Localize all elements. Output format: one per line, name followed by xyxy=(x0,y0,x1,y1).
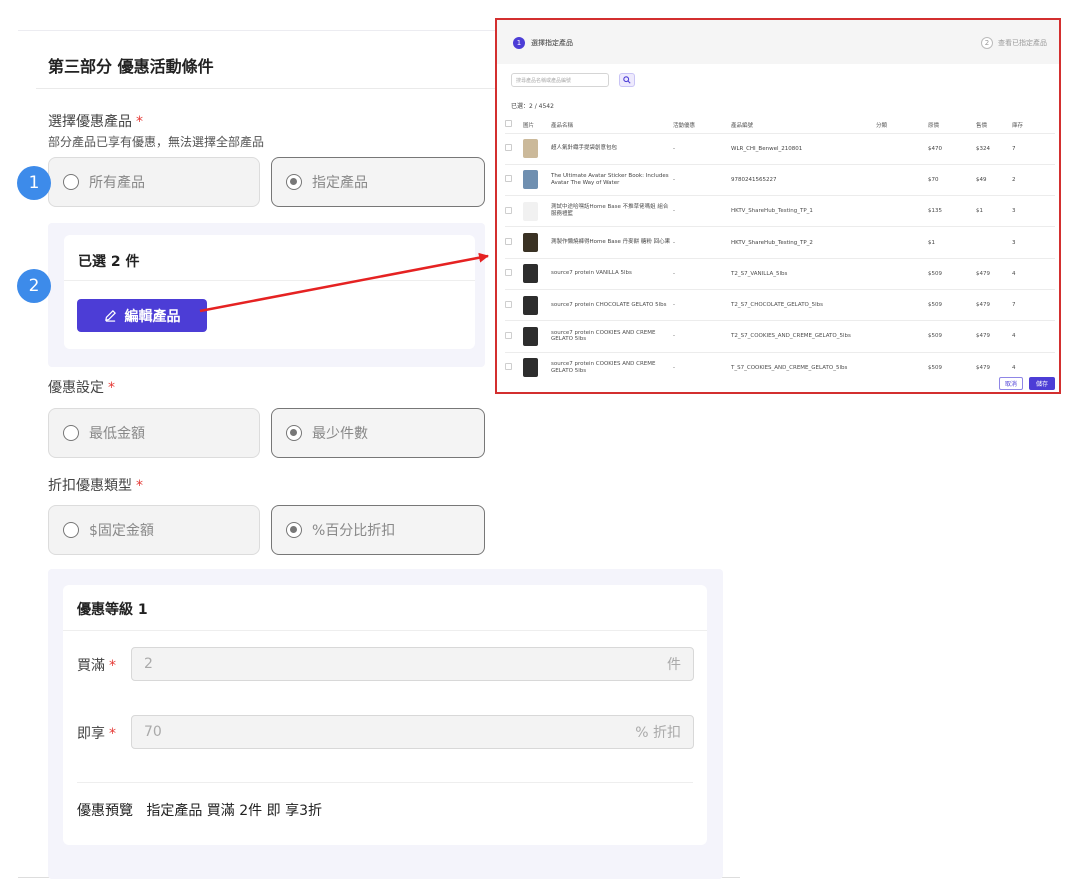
row-checkbox[interactable] xyxy=(505,206,512,214)
cell-name: source7 protein VANILLA 5lbs xyxy=(551,257,673,290)
search-button[interactable] xyxy=(619,73,635,87)
cell-name: source7 protein COOKIES AND CREME GELATO… xyxy=(551,320,673,353)
col-category: 分類 xyxy=(876,122,888,129)
cell-price: $509 xyxy=(928,257,976,290)
selected-total: 已選：2 / 4542 xyxy=(511,103,554,110)
cell-sku: T2_S7_VANILLA_5lbs xyxy=(731,257,876,290)
cell-sku: HKTV_ShareHub_Testing_TP_2 xyxy=(731,226,876,259)
cell-sale: $479 xyxy=(976,257,1012,290)
cell-name: The Ultimate Avatar Sticker Book: Includ… xyxy=(551,163,673,196)
product-thumbnail xyxy=(523,139,538,159)
table-header: 圖片 產品名稱 活動優惠 產品編號 分類 原價 售價 庫存 xyxy=(505,117,1055,133)
cell-category xyxy=(876,132,928,165)
row-checkbox[interactable] xyxy=(505,269,512,277)
cell-promo: - xyxy=(673,320,731,353)
table-row[interactable]: source7 protein COOKIES AND CREME GELATO… xyxy=(505,320,1055,353)
col-name: 產品名稱 xyxy=(551,122,574,129)
cell-sku: T2_S7_CHOCOLATE_GELATO_5lbs xyxy=(731,288,876,321)
product-thumbnail xyxy=(523,326,538,346)
cell-sku: 9780241565227 xyxy=(731,163,876,196)
cell-sku: WLR_CHI_Benwel_210801 xyxy=(731,132,876,165)
table-row[interactable]: 測試中途哈嘿話Home Base 不推草佬嗎姐 組合服務禮籃 - HKTV_Shar… xyxy=(505,195,1055,227)
cell-price: $135 xyxy=(928,195,976,227)
step-2: 2 查看已指定產品 xyxy=(981,37,1047,49)
cell-sale: $1 xyxy=(976,195,1012,227)
select-all-checkbox[interactable] xyxy=(505,120,512,128)
product-picker-modal: 1 選擇指定產品 2 查看已指定產品 搜尋產品名稱或產品編號 已選：2 / 45… xyxy=(495,18,1061,394)
col-image: 圖片 xyxy=(523,122,535,129)
cell-stock: 2 xyxy=(1012,163,1055,196)
table-row[interactable]: source7 protein COOKIES AND CREME GELATO… xyxy=(505,351,1055,384)
cell-promo: - xyxy=(673,195,731,227)
col-sale: 售價 xyxy=(976,122,988,129)
cell-promo: - xyxy=(673,132,731,165)
product-thumbnail xyxy=(523,233,538,253)
table-row[interactable]: 測製作懶燒褲得Home Base 丹麥餅 糖粉 回心果 - HKTV_ShareHu… xyxy=(505,226,1055,259)
cell-category xyxy=(876,163,928,196)
cell-sku: T_S7_COOKIES_AND_CREME_GELATO_5lbs xyxy=(731,351,876,384)
product-table: 圖片 產品名稱 活動優惠 產品編號 分類 原價 售價 庫存 超人氣針織手提袋創意… xyxy=(505,117,1055,384)
cell-price: $70 xyxy=(928,163,976,196)
table-row[interactable]: The Ultimate Avatar Sticker Book: Includ… xyxy=(505,163,1055,196)
cell-sale: $324 xyxy=(976,132,1012,165)
cell-sku: T2_S7_COOKIES_AND_CREME_GELATO_5lbs xyxy=(731,320,876,353)
cell-price: $509 xyxy=(928,320,976,353)
cell-category xyxy=(876,257,928,290)
col-stock: 庫存 xyxy=(1012,122,1024,129)
cell-price: $1 xyxy=(928,226,976,259)
cell-stock: 7 xyxy=(1012,288,1055,321)
col-sku: 產品編號 xyxy=(731,122,754,129)
cell-promo: - xyxy=(673,257,731,290)
cell-stock: 4 xyxy=(1012,257,1055,290)
cell-name: 測製作懶燒褲得Home Base 丹麥餅 糖粉 回心果 xyxy=(551,226,673,259)
product-thumbnail xyxy=(523,358,538,378)
col-promo: 活動優惠 xyxy=(673,122,696,129)
save-button[interactable]: 儲存 xyxy=(1029,377,1055,390)
table-row[interactable]: source7 protein VANILLA 5lbs - T2_S7_VANIL… xyxy=(505,257,1055,290)
cell-name: 測試中途哈嘿話Home Base 不推草佬嗎姐 組合服務禮籃 xyxy=(551,195,673,227)
cell-promo: - xyxy=(673,163,731,196)
cell-price: $470 xyxy=(928,132,976,165)
table-row[interactable]: 超人氣針織手提袋創意包包 - WLR_CHI_Benwel_210801 $470 $3… xyxy=(505,132,1055,165)
cell-stock: 3 xyxy=(1012,195,1055,227)
cell-sale: $479 xyxy=(976,320,1012,353)
product-thumbnail xyxy=(523,295,538,315)
col-price: 原價 xyxy=(928,122,940,129)
product-thumbnail xyxy=(523,170,538,190)
search-icon xyxy=(623,76,631,84)
cell-price: $509 xyxy=(928,351,976,384)
cell-name: 超人氣針織手提袋創意包包 xyxy=(551,132,673,165)
cell-promo: - xyxy=(673,288,731,321)
cell-sale: $49 xyxy=(976,163,1012,196)
product-thumbnail xyxy=(523,264,538,284)
cancel-button[interactable]: 取消 xyxy=(999,377,1023,390)
modal-stepper: 1 選擇指定產品 2 查看已指定產品 xyxy=(497,20,1059,64)
cell-stock: 7 xyxy=(1012,132,1055,165)
cell-category xyxy=(876,351,928,384)
cell-category xyxy=(876,226,928,259)
cell-category xyxy=(876,288,928,321)
row-checkbox[interactable] xyxy=(505,144,512,152)
table-row[interactable]: source7 protein CHOCOLATE GELATO 5lbs - T2… xyxy=(505,288,1055,321)
product-thumbnail xyxy=(523,201,538,221)
cell-name: source7 protein CHOCOLATE GELATO 5lbs xyxy=(551,288,673,321)
row-checkbox[interactable] xyxy=(505,238,512,246)
row-checkbox[interactable] xyxy=(505,363,512,371)
cell-sale: $479 xyxy=(976,288,1012,321)
step-1: 1 選擇指定產品 xyxy=(513,37,573,49)
cell-category xyxy=(876,320,928,353)
cell-promo: - xyxy=(673,351,731,384)
product-search-input[interactable]: 搜尋產品名稱或產品編號 xyxy=(511,73,609,87)
cell-category xyxy=(876,195,928,227)
cell-sku: HKTV_ShareHub_Testing_TP_1 xyxy=(731,195,876,227)
cell-name: source7 protein COOKIES AND CREME GELATO… xyxy=(551,351,673,384)
cell-sale xyxy=(976,226,1012,259)
row-checkbox[interactable] xyxy=(505,175,512,183)
cell-price: $509 xyxy=(928,288,976,321)
row-checkbox[interactable] xyxy=(505,331,512,339)
cell-promo: - xyxy=(673,226,731,259)
cell-stock: 4 xyxy=(1012,320,1055,353)
cell-stock: 3 xyxy=(1012,226,1055,259)
row-checkbox[interactable] xyxy=(505,300,512,308)
